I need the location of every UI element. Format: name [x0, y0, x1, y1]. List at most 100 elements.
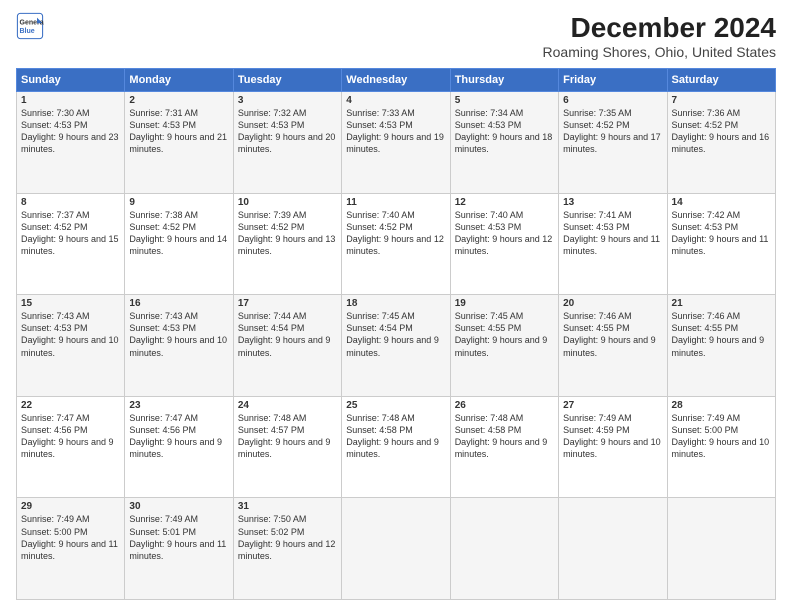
calendar-body: 1 Sunrise: 7:30 AMSunset: 4:53 PMDaylight…	[17, 92, 776, 600]
calendar-day-cell: 31 Sunrise: 7:50 AMSunset: 5:02 PMDayligh…	[233, 498, 341, 600]
calendar-day-cell: 23 Sunrise: 7:47 AMSunset: 4:56 PMDayligh…	[125, 396, 233, 498]
day-number: 19	[455, 298, 554, 309]
calendar-day-cell	[559, 498, 667, 600]
day-info: Sunrise: 7:47 AMSunset: 4:56 PMDaylight:…	[129, 413, 222, 459]
day-number: 4	[346, 95, 445, 106]
calendar-week-row: 22 Sunrise: 7:47 AMSunset: 4:56 PMDayligh…	[17, 396, 776, 498]
day-info: Sunrise: 7:39 AMSunset: 4:52 PMDaylight:…	[238, 210, 336, 256]
day-info: Sunrise: 7:40 AMSunset: 4:53 PMDaylight:…	[455, 210, 553, 256]
day-info: Sunrise: 7:40 AMSunset: 4:52 PMDaylight:…	[346, 210, 444, 256]
title-block: December 2024 Roaming Shores, Ohio, Unit…	[543, 12, 776, 60]
day-number: 27	[563, 400, 662, 411]
calendar-day-cell: 16 Sunrise: 7:43 AMSunset: 4:53 PMDayligh…	[125, 295, 233, 397]
calendar-week-row: 8 Sunrise: 7:37 AMSunset: 4:52 PMDaylight…	[17, 193, 776, 295]
day-info: Sunrise: 7:42 AMSunset: 4:53 PMDaylight:…	[672, 210, 769, 256]
day-info: Sunrise: 7:30 AMSunset: 4:53 PMDaylight:…	[21, 108, 119, 154]
calendar-day-cell: 7Sunrise: 7:36 AMSunset: 4:52 PMDaylight…	[667, 92, 775, 194]
weekday-header-cell: Tuesday	[233, 69, 341, 92]
day-number: 17	[238, 298, 337, 309]
day-info: Sunrise: 7:43 AMSunset: 4:53 PMDaylight:…	[129, 311, 227, 357]
day-number: 9	[129, 197, 228, 208]
calendar-day-cell: 1 Sunrise: 7:30 AMSunset: 4:53 PMDaylight…	[17, 92, 125, 194]
day-number: 8	[21, 197, 120, 208]
calendar-day-cell: 30Sunrise: 7:49 AMSunset: 5:01 PMDayligh…	[125, 498, 233, 600]
calendar-day-cell	[342, 498, 450, 600]
calendar-day-cell: 4 Sunrise: 7:33 AMSunset: 4:53 PMDaylight…	[342, 92, 450, 194]
day-info: Sunrise: 7:47 AMSunset: 4:56 PMDaylight:…	[21, 413, 114, 459]
calendar-day-cell: 3Sunrise: 7:32 AMSunset: 4:53 PMDaylight…	[233, 92, 341, 194]
day-number: 5	[455, 95, 554, 106]
day-number: 16	[129, 298, 228, 309]
logo: General Blue	[16, 12, 44, 40]
day-info: Sunrise: 7:45 AMSunset: 4:55 PMDaylight:…	[455, 311, 548, 357]
weekday-header-cell: Sunday	[17, 69, 125, 92]
calendar-day-cell	[450, 498, 558, 600]
day-number: 10	[238, 197, 337, 208]
day-info: Sunrise: 7:46 AMSunset: 4:55 PMDaylight:…	[672, 311, 765, 357]
calendar-day-cell: 11 Sunrise: 7:40 AMSunset: 4:52 PMDayligh…	[342, 193, 450, 295]
day-number: 20	[563, 298, 662, 309]
day-number: 18	[346, 298, 445, 309]
day-info: Sunrise: 7:32 AMSunset: 4:53 PMDaylight:…	[238, 108, 336, 154]
logo-icon: General Blue	[16, 12, 44, 40]
header: General Blue December 2024 Roaming Shore…	[16, 12, 776, 60]
day-info: Sunrise: 7:34 AMSunset: 4:53 PMDaylight:…	[455, 108, 553, 154]
day-number: 1	[21, 95, 120, 106]
day-number: 11	[346, 197, 445, 208]
calendar-day-cell: 19 Sunrise: 7:45 AMSunset: 4:55 PMDayligh…	[450, 295, 558, 397]
main-title: December 2024	[543, 12, 776, 44]
calendar-day-cell: 2 Sunrise: 7:31 AMSunset: 4:53 PMDaylight…	[125, 92, 233, 194]
calendar-day-cell: 20 Sunrise: 7:46 AMSunset: 4:55 PMDayligh…	[559, 295, 667, 397]
day-number: 7	[672, 95, 771, 106]
day-info: Sunrise: 7:49 AMSunset: 5:00 PMDaylight:…	[672, 413, 770, 459]
day-number: 15	[21, 298, 120, 309]
calendar-table: SundayMondayTuesdayWednesdayThursdayFrid…	[16, 68, 776, 600]
calendar-week-row: 15 Sunrise: 7:43 AMSunset: 4:53 PMDayligh…	[17, 295, 776, 397]
day-info: Sunrise: 7:33 AMSunset: 4:53 PMDaylight:…	[346, 108, 444, 154]
day-info: Sunrise: 7:37 AMSunset: 4:52 PMDaylight:…	[21, 210, 119, 256]
day-info: Sunrise: 7:49 AMSunset: 5:00 PMDaylight:…	[21, 514, 118, 560]
weekday-header-cell: Thursday	[450, 69, 558, 92]
day-info: Sunrise: 7:49 AMSunset: 4:59 PMDaylight:…	[563, 413, 661, 459]
calendar-day-cell: 22 Sunrise: 7:47 AMSunset: 4:56 PMDayligh…	[17, 396, 125, 498]
calendar-day-cell: 6 Sunrise: 7:35 AMSunset: 4:52 PMDaylight…	[559, 92, 667, 194]
calendar-day-cell: 24 Sunrise: 7:48 AMSunset: 4:57 PMDayligh…	[233, 396, 341, 498]
day-info: Sunrise: 7:46 AMSunset: 4:55 PMDaylight:…	[563, 311, 656, 357]
day-info: Sunrise: 7:48 AMSunset: 4:57 PMDaylight:…	[238, 413, 331, 459]
day-info: Sunrise: 7:50 AMSunset: 5:02 PMDaylight:…	[238, 514, 336, 560]
calendar-day-cell: 27 Sunrise: 7:49 AMSunset: 4:59 PMDayligh…	[559, 396, 667, 498]
day-info: Sunrise: 7:48 AMSunset: 4:58 PMDaylight:…	[346, 413, 439, 459]
weekday-header-cell: Monday	[125, 69, 233, 92]
day-info: Sunrise: 7:41 AMSunset: 4:53 PMDaylight:…	[563, 210, 660, 256]
calendar-week-row: 29 Sunrise: 7:49 AMSunset: 5:00 PMDayligh…	[17, 498, 776, 600]
day-number: 2	[129, 95, 228, 106]
calendar-day-cell: 10 Sunrise: 7:39 AMSunset: 4:52 PMDayligh…	[233, 193, 341, 295]
calendar-day-cell: 13Sunrise: 7:41 AMSunset: 4:53 PMDayligh…	[559, 193, 667, 295]
calendar-day-cell: 5 Sunrise: 7:34 AMSunset: 4:53 PMDaylight…	[450, 92, 558, 194]
calendar-day-cell: 15Sunrise: 7:43 AMSunset: 4:53 PMDayligh…	[17, 295, 125, 397]
day-info: Sunrise: 7:35 AMSunset: 4:52 PMDaylight:…	[563, 108, 661, 154]
day-number: 23	[129, 400, 228, 411]
day-number: 25	[346, 400, 445, 411]
day-info: Sunrise: 7:48 AMSunset: 4:58 PMDaylight:…	[455, 413, 548, 459]
subtitle: Roaming Shores, Ohio, United States	[543, 44, 776, 60]
day-number: 31	[238, 501, 337, 512]
day-info: Sunrise: 7:49 AMSunset: 5:01 PMDaylight:…	[129, 514, 226, 560]
calendar-day-cell: 12Sunrise: 7:40 AMSunset: 4:53 PMDayligh…	[450, 193, 558, 295]
day-info: Sunrise: 7:44 AMSunset: 4:54 PMDaylight:…	[238, 311, 331, 357]
calendar-day-cell: 18 Sunrise: 7:45 AMSunset: 4:54 PMDayligh…	[342, 295, 450, 397]
day-number: 6	[563, 95, 662, 106]
day-number: 24	[238, 400, 337, 411]
weekday-header-row: SundayMondayTuesdayWednesdayThursdayFrid…	[17, 69, 776, 92]
day-number: 22	[21, 400, 120, 411]
calendar-day-cell: 8 Sunrise: 7:37 AMSunset: 4:52 PMDaylight…	[17, 193, 125, 295]
day-number: 28	[672, 400, 771, 411]
calendar-day-cell: 14Sunrise: 7:42 AMSunset: 4:53 PMDayligh…	[667, 193, 775, 295]
calendar-day-cell: 26Sunrise: 7:48 AMSunset: 4:58 PMDayligh…	[450, 396, 558, 498]
day-info: Sunrise: 7:31 AMSunset: 4:53 PMDaylight:…	[129, 108, 227, 154]
calendar-day-cell: 28 Sunrise: 7:49 AMSunset: 5:00 PMDayligh…	[667, 396, 775, 498]
calendar-day-cell: 9 Sunrise: 7:38 AMSunset: 4:52 PMDaylight…	[125, 193, 233, 295]
day-info: Sunrise: 7:45 AMSunset: 4:54 PMDaylight:…	[346, 311, 439, 357]
day-info: Sunrise: 7:38 AMSunset: 4:52 PMDaylight:…	[129, 210, 227, 256]
day-number: 29	[21, 501, 120, 512]
